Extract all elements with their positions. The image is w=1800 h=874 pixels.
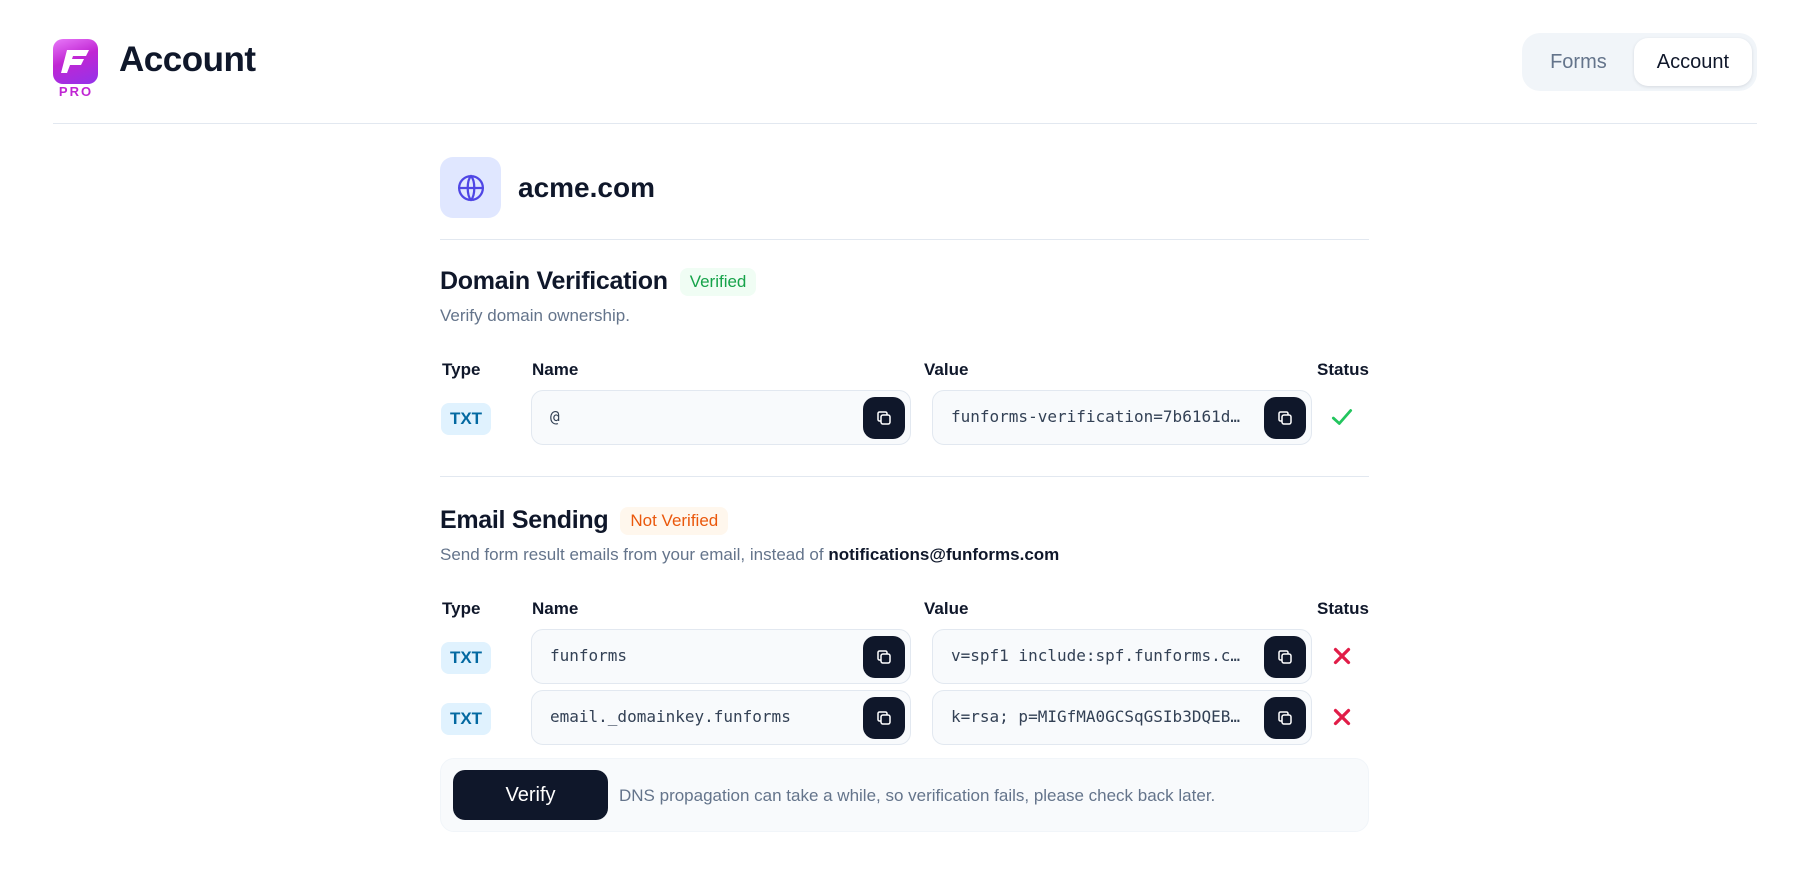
tab-account[interactable]: Account bbox=[1633, 38, 1752, 86]
column-name: Name bbox=[532, 360, 579, 379]
default-sender-email: notifications@funforms.com bbox=[828, 545, 1060, 564]
logo[interactable]: PRO bbox=[53, 39, 99, 99]
copy-name-button[interactable] bbox=[863, 697, 905, 739]
record-value-field: v=spf1 include:spf.funforms.co… bbox=[932, 629, 1312, 684]
record-type-badge: TXT bbox=[441, 403, 491, 435]
status-badge: Not Verified bbox=[620, 506, 729, 535]
domain-settings: acme.com Domain Verification Verified Ve… bbox=[440, 156, 1369, 832]
globe-icon bbox=[440, 157, 501, 218]
column-type: Type bbox=[442, 599, 481, 618]
email-sending-section: Email Sending Not Verified Send form res… bbox=[440, 506, 1369, 751]
column-type: Type bbox=[442, 360, 481, 379]
copy-icon bbox=[1278, 711, 1292, 725]
record-value-field: funforms-verification=7b6161da… bbox=[932, 390, 1312, 445]
verify-note: DNS propagation can take a while, so ver… bbox=[619, 786, 1216, 805]
record-name: funforms bbox=[550, 646, 628, 665]
domain-name: acme.com bbox=[518, 172, 655, 203]
dns-record-row: TXT funforms v=spf1 include:spf.funforms… bbox=[440, 629, 1369, 690]
x-icon bbox=[1333, 708, 1351, 726]
column-headers: Type Name Value Status bbox=[440, 599, 1369, 623]
copy-icon bbox=[1278, 411, 1292, 425]
record-value: k=rsa; p=MIGfMA0GCSqGSIb3DQEBA… bbox=[951, 707, 1247, 726]
record-value: funforms-verification=7b6161da… bbox=[951, 407, 1247, 426]
verify-button[interactable]: Verify bbox=[453, 770, 608, 820]
domain-verification-section: Domain Verification Verified Verify doma… bbox=[440, 267, 1369, 451]
copy-icon bbox=[877, 711, 891, 725]
page-title: Account bbox=[119, 40, 256, 79]
copy-value-button[interactable] bbox=[1264, 697, 1306, 739]
record-name-field: @ bbox=[531, 390, 911, 445]
section-description: Verify domain ownership. bbox=[440, 306, 630, 325]
record-name-field: email._domainkey.funforms bbox=[531, 690, 911, 745]
section-title: Domain Verification bbox=[440, 267, 668, 295]
column-value: Value bbox=[924, 599, 969, 618]
section-title: Email Sending bbox=[440, 506, 609, 534]
copy-name-button[interactable] bbox=[863, 636, 905, 678]
column-status: Status bbox=[1317, 360, 1369, 379]
copy-value-button[interactable] bbox=[1264, 636, 1306, 678]
copy-icon bbox=[877, 411, 891, 425]
copy-name-button[interactable] bbox=[863, 397, 905, 439]
check-icon bbox=[1331, 409, 1353, 425]
funforms-logo-icon bbox=[53, 39, 98, 84]
column-value: Value bbox=[924, 360, 969, 379]
status-badge: Verified bbox=[679, 267, 757, 296]
record-type-badge: TXT bbox=[441, 703, 491, 735]
dns-record-row: TXT email._domainkey.funforms k=rsa; p=M… bbox=[440, 690, 1369, 751]
tab-forms[interactable]: Forms bbox=[1527, 38, 1630, 86]
top-nav: Forms Account bbox=[1522, 33, 1757, 91]
domain-header: acme.com bbox=[440, 156, 1369, 240]
copy-value-button[interactable] bbox=[1264, 397, 1306, 439]
record-name: @ bbox=[550, 407, 560, 426]
record-value: v=spf1 include:spf.funforms.co… bbox=[951, 646, 1247, 665]
section-description: Send form result emails from your email,… bbox=[440, 545, 1369, 565]
copy-icon bbox=[1278, 650, 1292, 664]
app-header: PRO Account Forms Account bbox=[53, 0, 1757, 124]
description-text: Send form result emails from your email,… bbox=[440, 545, 829, 564]
divider bbox=[440, 476, 1369, 477]
copy-icon bbox=[877, 650, 891, 664]
column-status: Status bbox=[1317, 599, 1369, 618]
column-name: Name bbox=[532, 599, 579, 618]
pro-badge: PRO bbox=[58, 84, 94, 99]
dns-record-row: TXT @ funforms-verification=7b6161da… bbox=[440, 390, 1369, 451]
record-type-badge: TXT bbox=[441, 642, 491, 674]
record-name-field: funforms bbox=[531, 629, 911, 684]
record-name: email._domainkey.funforms bbox=[550, 707, 791, 726]
column-headers: Type Name Value Status bbox=[440, 360, 1369, 384]
x-icon bbox=[1333, 647, 1351, 665]
record-value-field: k=rsa; p=MIGfMA0GCSqGSIb3DQEBA… bbox=[932, 690, 1312, 745]
verify-bar: Verify DNS propagation can take a while,… bbox=[440, 758, 1369, 832]
